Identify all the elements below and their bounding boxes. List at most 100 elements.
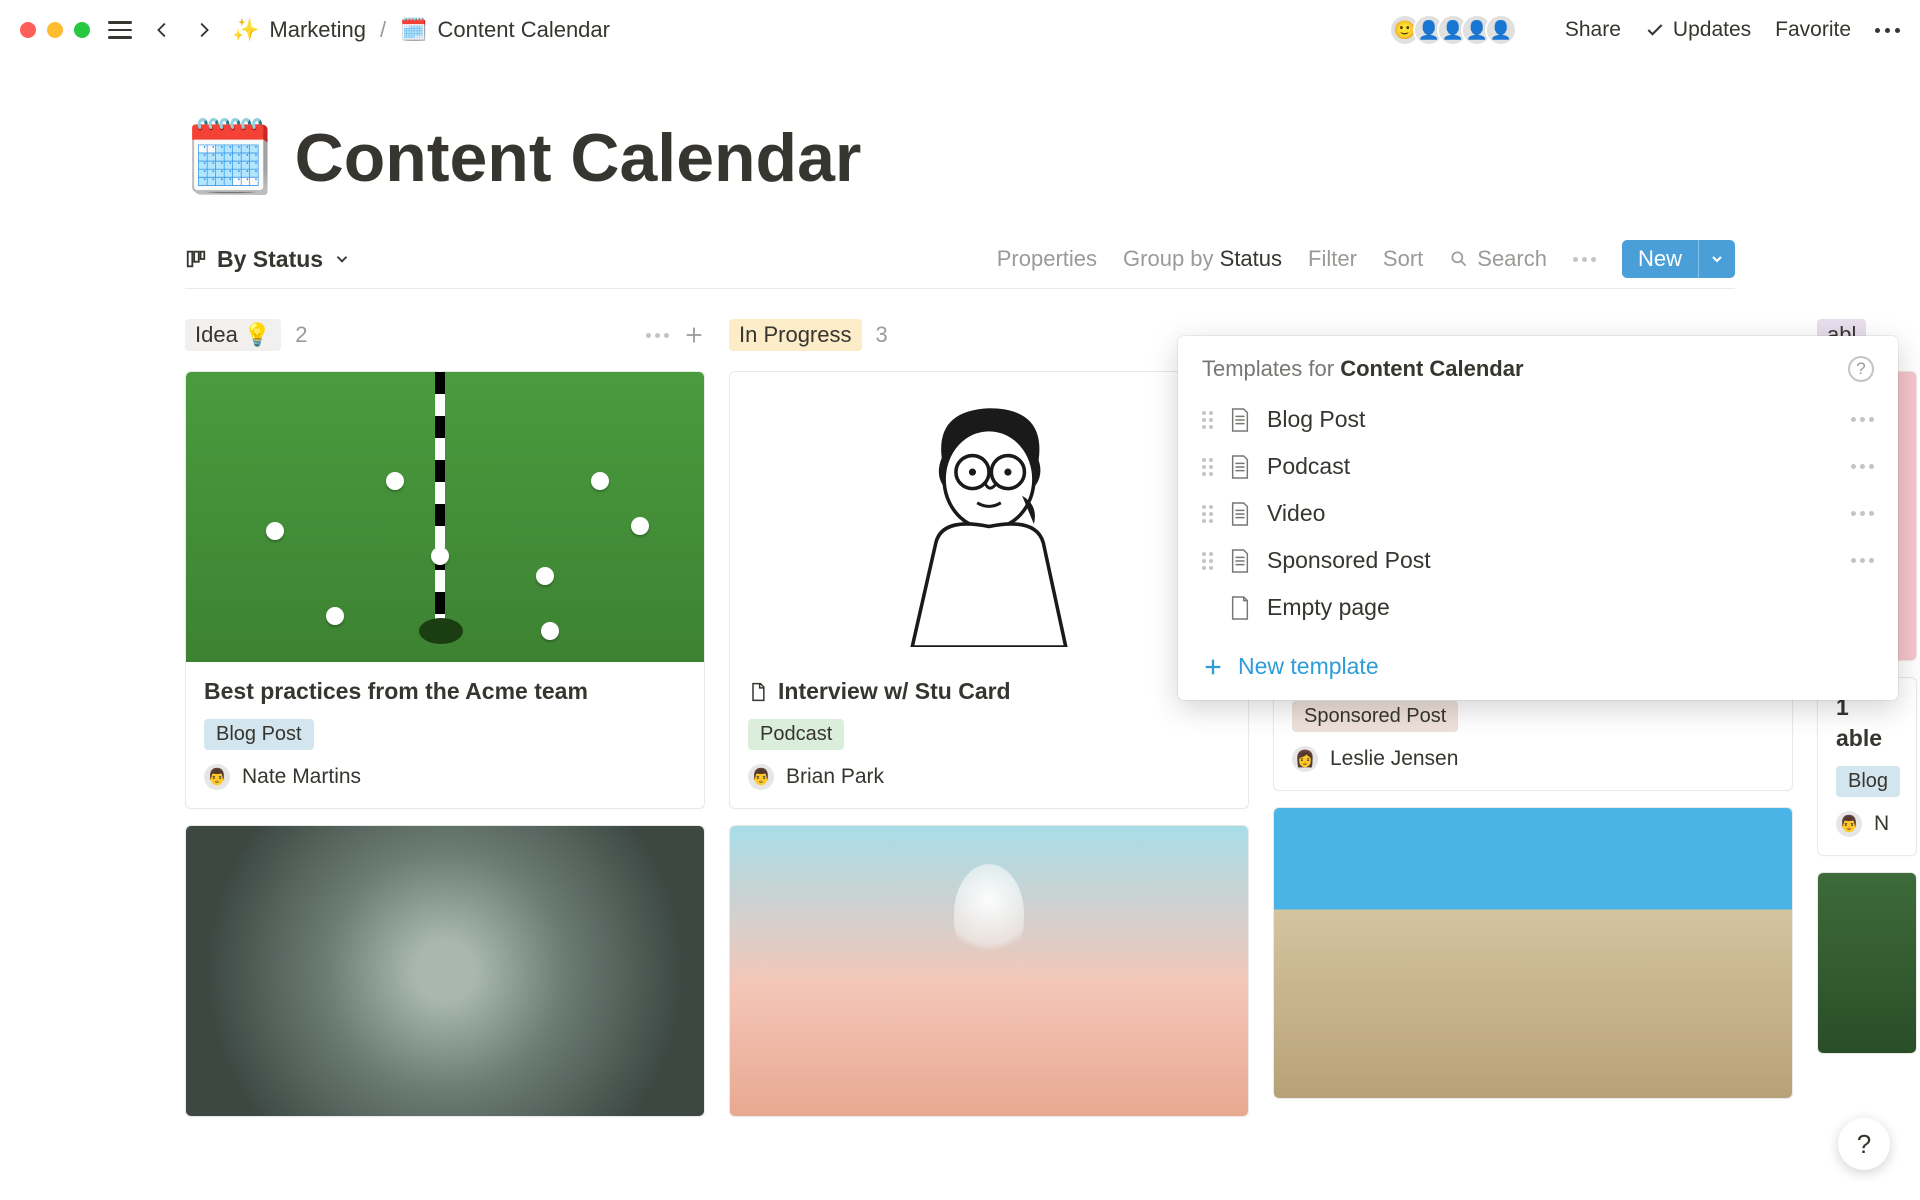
popover-title: Templates for Content Calendar ? xyxy=(1178,356,1898,396)
templates-popover: Templates for Content Calendar ? Blog Po… xyxy=(1178,336,1898,700)
column-tag[interactable]: Idea💡 xyxy=(185,319,281,351)
board-card[interactable]: Interview w/ Stu Card Podcast 👨 Brian Pa… xyxy=(729,371,1249,809)
card-cover xyxy=(730,826,1248,1116)
page-icon xyxy=(1229,501,1251,527)
plus-icon xyxy=(1202,656,1224,678)
avatar-icon: 👨 xyxy=(1836,811,1862,837)
maximize-window-button[interactable] xyxy=(74,22,90,38)
page-icon xyxy=(1229,595,1251,621)
checkmark-icon xyxy=(1645,20,1665,40)
new-template-button[interactable]: New template xyxy=(1178,639,1898,686)
drag-handle-icon[interactable] xyxy=(1202,505,1213,523)
illustration xyxy=(869,387,1109,647)
breadcrumb-page-icon: 🗓️ xyxy=(400,17,427,43)
card-author: 👩 Leslie Jensen xyxy=(1292,746,1774,772)
view-name: By Status xyxy=(217,246,323,273)
sidebar-toggle-icon[interactable] xyxy=(108,21,132,39)
minimize-window-button[interactable] xyxy=(47,22,63,38)
view-selector[interactable]: By Status xyxy=(185,246,351,273)
add-card-icon[interactable] xyxy=(683,324,705,346)
column-count: 3 xyxy=(876,322,888,348)
new-button-group: New xyxy=(1622,240,1735,278)
back-icon[interactable] xyxy=(152,19,174,41)
card-type-pill: Sponsored Post xyxy=(1292,701,1458,732)
close-window-button[interactable] xyxy=(20,22,36,38)
help-fab[interactable]: ? xyxy=(1838,1118,1890,1170)
board-card[interactable] xyxy=(1273,807,1793,1099)
card-cover xyxy=(186,372,704,662)
page-icon xyxy=(1229,407,1251,433)
page-title-row: 🗓️ Content Calendar xyxy=(185,115,1735,200)
board-card[interactable] xyxy=(185,825,705,1117)
page-icon[interactable]: 🗓️ xyxy=(185,115,275,200)
forward-icon[interactable] xyxy=(192,19,214,41)
filter-button[interactable]: Filter xyxy=(1308,246,1357,272)
board-card[interactable]: Best practices from the Acme team Blog P… xyxy=(185,371,705,809)
board-card[interactable]: 1 able Blog 👨 N xyxy=(1817,677,1917,856)
drag-handle-icon[interactable] xyxy=(1202,458,1213,476)
column-more-icon[interactable] xyxy=(646,333,669,338)
item-more-icon[interactable] xyxy=(1851,464,1874,469)
chevron-down-icon xyxy=(333,250,351,268)
card-title: able xyxy=(1836,725,1898,752)
card-type-pill: Blog Post xyxy=(204,719,314,750)
more-menu-icon[interactable] xyxy=(1875,28,1900,33)
view-toolbar: By Status Properties Group by Status Fil… xyxy=(185,240,1735,289)
template-item-video[interactable]: Video xyxy=(1178,490,1898,537)
card-cover xyxy=(1818,873,1916,1053)
card-author: 👨 N xyxy=(1836,811,1898,837)
new-dropdown-button[interactable] xyxy=(1698,240,1735,278)
template-item-empty-page[interactable]: Empty page xyxy=(1178,584,1898,631)
favorite-button[interactable]: Favorite xyxy=(1775,18,1851,42)
card-cover xyxy=(1274,808,1792,1098)
card-type-pill: Blog xyxy=(1836,766,1900,797)
template-item-podcast[interactable]: Podcast xyxy=(1178,443,1898,490)
breadcrumb-parent[interactable]: Marketing xyxy=(269,17,366,43)
help-icon[interactable]: ? xyxy=(1848,356,1874,382)
drag-handle-icon[interactable] xyxy=(1202,411,1213,429)
item-more-icon[interactable] xyxy=(1851,417,1874,422)
card-type-pill: Podcast xyxy=(748,719,844,750)
board-column-in-progress: In Progress 3 xyxy=(729,317,1249,1133)
template-item-blog-post[interactable]: Blog Post xyxy=(1178,396,1898,443)
card-author: 👨 Brian Park xyxy=(748,764,1230,790)
board-card[interactable] xyxy=(1817,872,1917,1054)
sort-button[interactable]: Sort xyxy=(1383,246,1423,272)
item-more-icon[interactable] xyxy=(1851,558,1874,563)
avatar-icon: 👨 xyxy=(204,764,230,790)
page-icon xyxy=(1229,548,1251,574)
chevron-down-icon xyxy=(1709,251,1725,267)
card-cover xyxy=(730,372,1248,662)
collaborator-avatars[interactable]: 🙂👤👤👤👤 xyxy=(1397,14,1517,46)
share-button[interactable]: Share xyxy=(1565,18,1621,42)
properties-button[interactable]: Properties xyxy=(997,246,1097,272)
breadcrumb: ✨ Marketing / 🗓️ Content Calendar xyxy=(232,17,610,43)
avatar-icon: 👨 xyxy=(748,764,774,790)
card-title: Best practices from the Acme team xyxy=(204,678,686,705)
template-item-sponsored-post[interactable]: Sponsored Post xyxy=(1178,537,1898,584)
topbar: ✨ Marketing / 🗓️ Content Calendar 🙂👤👤👤👤 … xyxy=(0,0,1920,60)
search-button[interactable]: Search xyxy=(1449,246,1547,272)
page-title[interactable]: Content Calendar xyxy=(295,119,862,197)
window-controls xyxy=(20,22,90,38)
page-icon xyxy=(1229,454,1251,480)
item-more-icon[interactable] xyxy=(1851,511,1874,516)
updates-button[interactable]: Updates xyxy=(1645,18,1751,42)
new-button[interactable]: New xyxy=(1622,240,1698,278)
group-by-button[interactable]: Group by Status xyxy=(1123,246,1282,272)
breadcrumb-page[interactable]: Content Calendar xyxy=(438,17,610,43)
search-icon xyxy=(1449,249,1469,269)
board-view-icon xyxy=(185,248,207,270)
drag-handle-icon[interactable] xyxy=(1202,552,1213,570)
column-count: 2 xyxy=(295,322,307,348)
card-cover xyxy=(186,826,704,1116)
column-tag[interactable]: In Progress xyxy=(729,319,862,351)
breadcrumb-separator: / xyxy=(380,17,386,43)
card-author: 👨 Nate Martins xyxy=(204,764,686,790)
view-more-icon[interactable] xyxy=(1573,257,1596,262)
board-column-idea: Idea💡 2 Best practices fr xyxy=(185,317,705,1133)
avatar-icon: 👩 xyxy=(1292,746,1318,772)
board-card[interactable] xyxy=(729,825,1249,1117)
column-header: Idea💡 2 xyxy=(185,317,705,353)
column-header: In Progress 3 xyxy=(729,317,1249,353)
